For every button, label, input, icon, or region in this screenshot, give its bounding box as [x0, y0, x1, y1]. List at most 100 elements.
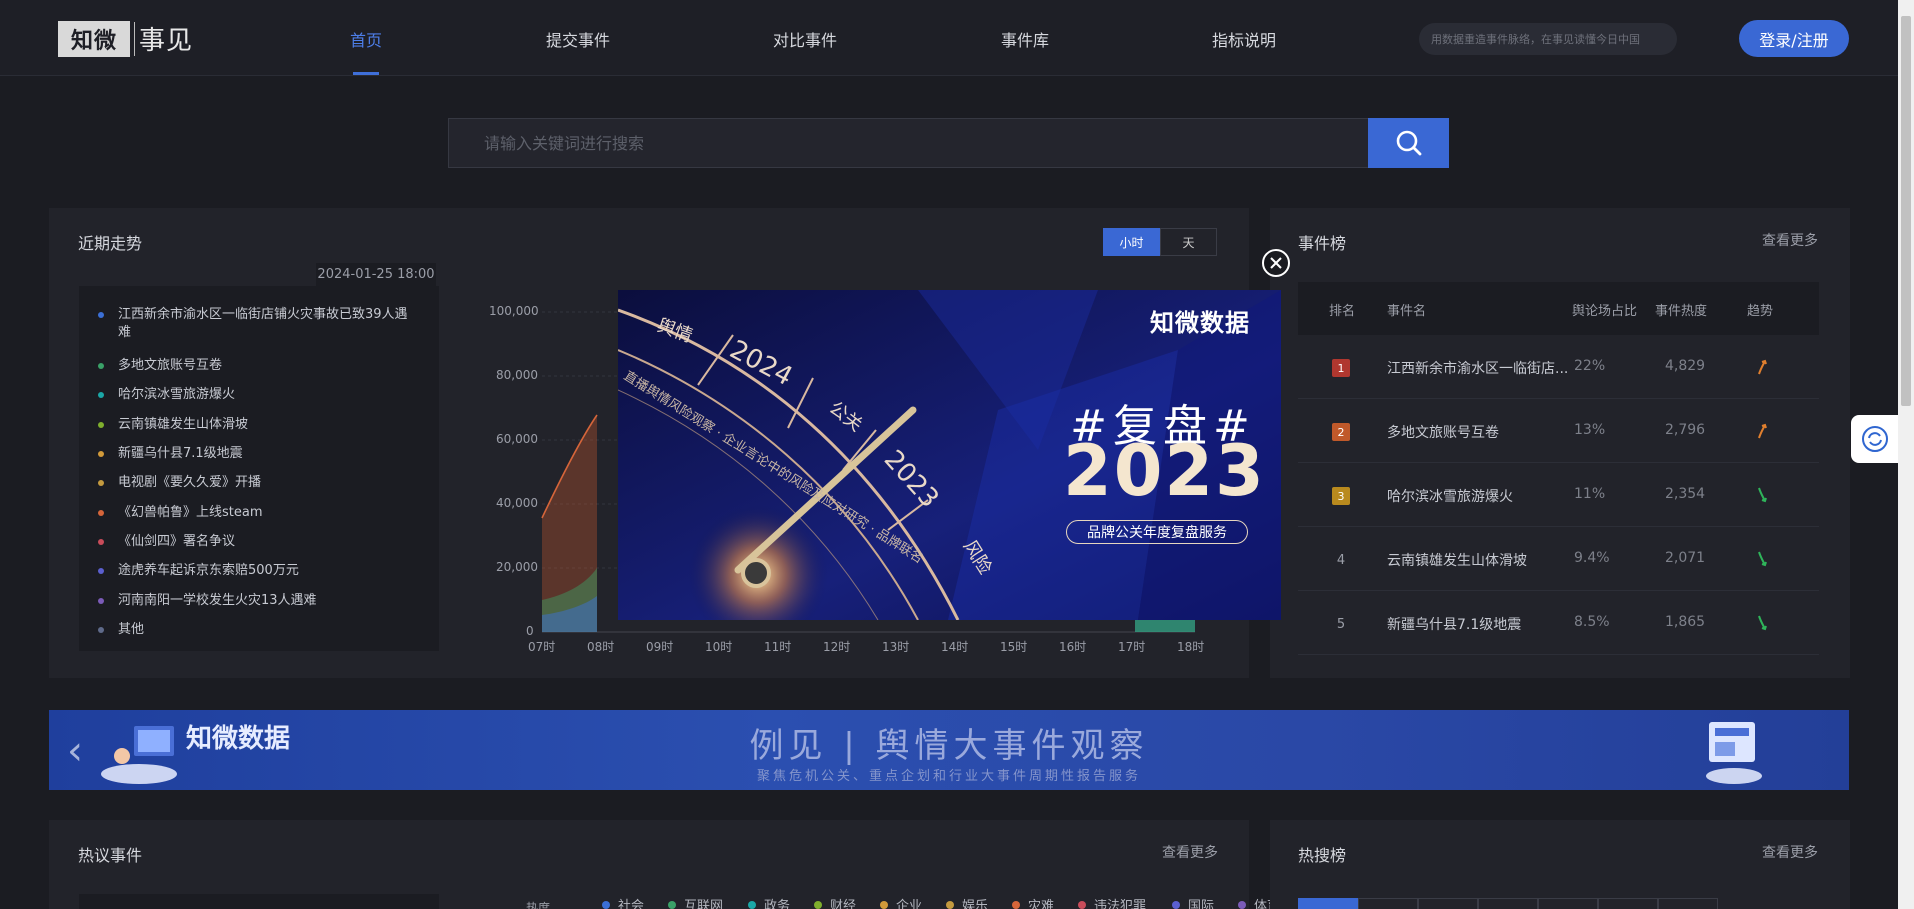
legend-label: 江西新余市渝水区一临街店铺火灾事故已致39人遇难 [118, 307, 408, 340]
category-legend-item[interactable]: 国际 [1172, 895, 1214, 909]
legend-item[interactable]: 哈尔滨冰雪旅游爆火 [98, 386, 418, 404]
legend-item[interactable]: 河南南阳一学校发生火灾13人遇难 [98, 592, 418, 610]
logo-mark: 知微 [58, 20, 130, 57]
rank-badge: 4 [1336, 552, 1346, 568]
search-icon [1396, 130, 1421, 156]
category-label: 财经 [830, 899, 857, 909]
legend-dot [98, 451, 104, 457]
share-value: 9.4% [1574, 550, 1610, 566]
event-board-row[interactable]: 4 云南镇雄发生山体滑坡 9.4% 2,071 [1298, 527, 1819, 591]
x-tick: 12时 [823, 640, 851, 654]
event-board-row[interactable]: 2 多地文旅账号互卷 13% 2,796 [1298, 399, 1819, 463]
hot-search-tab[interactable] [1298, 898, 1358, 909]
login-register-button[interactable]: 登录/注册 [1739, 20, 1849, 57]
legend-dot [98, 539, 104, 545]
category-label: 社会 [618, 899, 645, 909]
event-board-row[interactable]: 1 江西新余市渝水区一临街店... 22% 4,829 [1298, 335, 1819, 399]
nav-submit-event[interactable]: 提交事件 [546, 27, 610, 51]
legend-item[interactable]: 途虎养车起诉京东索赔500万元 [98, 562, 418, 580]
category-legend-item[interactable]: 财经 [814, 895, 856, 909]
share-value: 13% [1574, 422, 1606, 438]
x-tick: 07时 [528, 640, 556, 654]
legend-label: 河南南阳一学校发生火灾13人遇难 [118, 593, 317, 608]
legend-item[interactable]: 江西新余市渝水区一临街店铺火灾事故已致39人遇难 [98, 306, 418, 342]
heat-value: 1,865 [1665, 614, 1706, 630]
keyword-search-input[interactable] [448, 118, 1368, 168]
legend-dot [98, 510, 104, 516]
legend-item[interactable]: 云南镇雄发生山体滑坡 [98, 416, 418, 434]
nav-metric-docs[interactable]: 指标说明 [1212, 27, 1276, 51]
legend-item[interactable]: 新疆乌什县7.1级地震 [98, 445, 418, 463]
category-legend-item[interactable]: 政务 [748, 895, 790, 909]
y-tick: 100,000 [489, 304, 539, 318]
legend-item[interactable]: 多地文旅账号互卷 [98, 357, 418, 375]
legend-item[interactable]: 《幻兽帕鲁》上线steam [98, 504, 418, 522]
x-tick: 09时 [646, 640, 674, 654]
col-trend: 趋势 [1747, 304, 1774, 319]
y-tick: 60,000 [496, 432, 538, 446]
site-logo[interactable]: 知微 事见 [58, 20, 193, 57]
category-legend-item[interactable]: 违法犯罪 [1078, 895, 1146, 909]
legend-label: 哈尔滨冰雪旅游爆火 [118, 387, 236, 402]
legend-item[interactable]: 电视剧《要久久爱》开播 [98, 474, 418, 492]
trend-up-icon [1758, 359, 1767, 375]
category-label: 国际 [1188, 899, 1215, 909]
hot-search-title: 热搜榜 [1298, 846, 1347, 865]
legend-dot [98, 568, 104, 574]
category-legend-item[interactable]: 企业 [880, 895, 922, 909]
event-name: 多地文旅账号互卷 [1387, 425, 1499, 441]
category-dot [1238, 900, 1246, 909]
category-label: 灾难 [1028, 899, 1055, 909]
hot-search-tab[interactable] [1538, 898, 1598, 909]
nav-compare-events[interactable]: 对比事件 [773, 27, 837, 51]
granularity-toggle: 小时 天 [1103, 228, 1217, 256]
toggle-day[interactable]: 天 [1160, 228, 1217, 256]
hot-events-list [79, 894, 439, 909]
toggle-hour[interactable]: 小时 [1103, 228, 1160, 256]
rank-badge: 5 [1336, 616, 1346, 632]
side-float-widget[interactable] [1851, 415, 1898, 463]
category-legend-item[interactable]: 社会 [602, 895, 644, 909]
nav-home[interactable]: 首页 [350, 27, 382, 51]
category-legend-item[interactable]: 互联网 [668, 895, 723, 909]
share-value: 22% [1574, 358, 1606, 374]
rank-badge: 3 [1332, 487, 1350, 505]
legend-label: 《幻兽帕鲁》上线steam [118, 505, 263, 520]
y-tick: 20,000 [496, 560, 538, 574]
nav-event-library[interactable]: 事件库 [1001, 27, 1049, 51]
hot-search-more-link[interactable]: 查看更多 [1762, 842, 1818, 862]
event-name: 哈尔滨冰雪旅游爆火 [1387, 489, 1513, 505]
search-button[interactable] [1368, 118, 1449, 168]
logo-text: 事见 [139, 26, 194, 56]
hot-search-tab[interactable] [1658, 898, 1718, 909]
logo-divider [134, 21, 135, 56]
header-search-input[interactable] [1419, 23, 1677, 55]
promo-banner[interactable]: ‹ 知微数据 例见 | 舆情大事件观察 聚焦危机公关、重点企划和行业大事件周期性… [49, 710, 1849, 790]
scrollbar-thumb[interactable] [1901, 16, 1911, 406]
event-board-more-link[interactable]: 查看更多 [1762, 230, 1818, 250]
legend-dot [98, 422, 104, 428]
banner-title: 例见 | 舆情大事件观察 [749, 726, 1149, 766]
popup-close-button[interactable] [1262, 249, 1290, 277]
event-board-row[interactable]: 3 哈尔滨冰雪旅游爆火 11% 2,354 [1298, 463, 1819, 527]
legend-item[interactable]: 《仙剑四》署名争议 [98, 533, 418, 551]
category-dot [668, 900, 676, 909]
banner-subtitle: 聚焦危机公关、重点企划和行业大事件周期性报告服务 [756, 769, 1141, 784]
category-dot [946, 900, 954, 909]
hot-search-tab[interactable] [1598, 898, 1658, 909]
rank-badge: 1 [1332, 359, 1350, 377]
legend-item[interactable]: 其他 [98, 621, 418, 639]
nav-active-indicator [353, 72, 379, 75]
event-board-row[interactable]: 5 新疆乌什县7.1级地震 8.5% 1,865 [1298, 591, 1819, 655]
category-legend-item[interactable]: 娱乐 [946, 895, 988, 909]
hot-search-tab[interactable] [1358, 898, 1418, 909]
col-share: 舆论场占比 [1572, 304, 1638, 319]
hot-search-tab[interactable] [1478, 898, 1538, 909]
rank-badge: 2 [1332, 423, 1350, 441]
promo-popup[interactable]: 舆情 2024 公关 2023 风险 直播舆情风险观察 · 企业言论中的风险及应… [618, 290, 1281, 620]
col-heat: 事件热度 [1655, 304, 1708, 319]
legend-label: 途虎养车起诉京东索赔500万元 [118, 563, 299, 578]
hot-events-more-link[interactable]: 查看更多 [1162, 842, 1218, 862]
category-legend-item[interactable]: 灾难 [1012, 895, 1054, 909]
hot-search-tab[interactable] [1418, 898, 1478, 909]
